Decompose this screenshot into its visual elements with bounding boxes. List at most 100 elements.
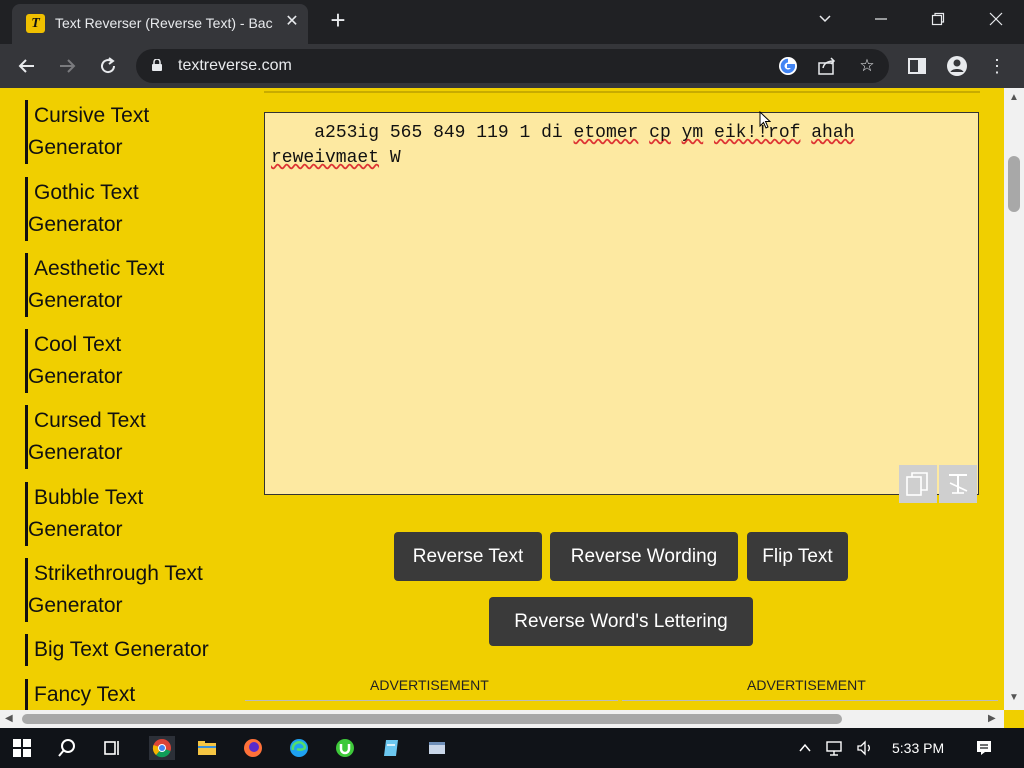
sidebar-item-label: Generator — [28, 289, 123, 312]
back-icon[interactable] — [13, 52, 41, 80]
firefox-icon[interactable] — [241, 736, 265, 760]
scroll-up-icon[interactable]: ▲ — [1009, 92, 1019, 103]
sidebar-item-label: Cursed Text — [34, 409, 146, 432]
sidebar-item-label: Aesthetic Text — [34, 257, 165, 280]
search-icon[interactable] — [55, 736, 79, 760]
scroll-down-icon[interactable]: ▼ — [1009, 692, 1019, 703]
menu-kebab-icon[interactable]: ⋮ — [985, 54, 1009, 78]
edge-icon[interactable] — [287, 736, 311, 760]
share-icon[interactable] — [817, 56, 837, 76]
vertical-scrollbar[interactable]: ▲ ▼ — [1004, 88, 1024, 710]
sidebar-item-strikethrough[interactable]: Strikethrough Text Generator — [25, 558, 249, 622]
sidebar-item-aesthetic[interactable]: Aesthetic Text Generator — [25, 253, 249, 317]
sidebar-item-label: Generator — [28, 213, 123, 236]
bookmark-star-icon[interactable]: ☆ — [857, 56, 877, 76]
advertisement-label: ADVERTISEMENT — [747, 677, 866, 693]
vertical-scroll-thumb[interactable] — [1008, 156, 1020, 212]
sidebar-item-label: Big Text Generator — [34, 638, 209, 661]
utorrent-icon[interactable] — [333, 736, 357, 760]
forward-icon[interactable] — [53, 52, 81, 80]
reload-icon[interactable] — [94, 52, 122, 80]
reverse-word-lettering-button[interactable]: Reverse Word's Lettering — [489, 597, 753, 646]
text-word: 1 — [519, 123, 531, 143]
notes-app-icon[interactable] — [379, 736, 403, 760]
side-panel-icon[interactable] — [905, 54, 929, 78]
sidebar-item-label: Generator — [28, 441, 123, 464]
chrome-taskbar-icon[interactable] — [149, 736, 175, 760]
address-bar[interactable]: textreverse.com ☆ — [136, 49, 889, 83]
close-window-icon[interactable] — [981, 6, 1011, 32]
sidebar-item-label: Strikethrough Text — [34, 562, 203, 585]
sidebar-item-cool[interactable]: Cool Text Generator — [25, 329, 249, 393]
volume-icon[interactable] — [853, 736, 877, 760]
tab-search-icon[interactable] — [810, 6, 840, 32]
ad-slot-right — [622, 700, 998, 701]
text-word: 565 — [389, 123, 423, 143]
horizontal-scroll-thumb[interactable] — [22, 714, 842, 724]
text-word: a253ig — [314, 123, 380, 143]
lock-icon — [152, 59, 162, 71]
misspelled-word: ahah — [811, 123, 855, 143]
reverse-wording-button[interactable]: Reverse Wording — [550, 532, 738, 581]
sidebar-item-cursive[interactable]: Cursive Text Generator — [25, 100, 249, 164]
reverse-text-button[interactable]: Reverse Text — [394, 532, 542, 581]
sidebar-item-label: Fancy Text — [34, 683, 136, 706]
sidebar-item-bubble[interactable]: Bubble Text Generator — [25, 482, 249, 546]
advertisement-label: ADVERTISEMENT — [370, 677, 489, 693]
sidebar-item-label: Cursive Text — [34, 104, 150, 127]
sidebar-item-label: Cool Text — [34, 333, 122, 356]
tab-title: Text Reverser (Reverse Text) - Bac — [55, 15, 273, 31]
text-word: 849 — [433, 123, 466, 143]
scroll-left-icon[interactable]: ◀ — [5, 713, 13, 724]
flip-text-button[interactable]: Flip Text — [747, 532, 848, 581]
sidebar-item-fancy[interactable]: Fancy Text — [25, 679, 249, 710]
misspelled-word: etomer — [573, 123, 639, 143]
clear-format-icon[interactable] — [939, 465, 977, 503]
sidebar-item-big-text[interactable]: Big Text Generator — [25, 634, 249, 666]
network-icon[interactable] — [822, 736, 846, 760]
text-word: di — [541, 123, 563, 143]
new-tab-icon[interactable]: + — [326, 7, 350, 33]
misspelled-word: reweivmaet — [271, 148, 380, 168]
mouse-cursor-icon — [759, 111, 771, 129]
profile-avatar-icon[interactable] — [945, 54, 969, 78]
windows-taskbar: 5:33 PM — [0, 728, 1024, 768]
misspelled-word: cp — [649, 123, 671, 143]
browser-toolbar: textreverse.com ☆ ⋮ — [0, 44, 1024, 88]
google-icon[interactable] — [778, 56, 798, 76]
text-word: 119 — [476, 123, 509, 143]
app-window-icon[interactable] — [425, 736, 449, 760]
sidebar-item-label: Gothic Text — [34, 181, 139, 204]
ad-slot-left — [245, 700, 618, 701]
taskbar-clock[interactable]: 5:33 PM — [892, 740, 944, 756]
url-text: textreverse.com — [178, 57, 292, 74]
divider — [264, 91, 980, 93]
show-hidden-icons-icon[interactable] — [793, 736, 817, 760]
misspelled-word: ym — [681, 123, 704, 143]
copy-icon[interactable] — [899, 465, 937, 503]
browser-tab[interactable]: T Text Reverser (Reverse Text) - Bac ✕ — [12, 4, 308, 44]
restore-icon[interactable] — [923, 6, 953, 32]
page-content: Cursive Text Generator Gothic Text Gener… — [0, 88, 1004, 710]
text-input-area[interactable]: a253ig 565 849 119 1 di etomer cp ym eik… — [264, 112, 979, 503]
sidebar-item-label: Generator — [28, 136, 123, 159]
sidebar-item-gothic[interactable]: Gothic Text Generator — [25, 177, 249, 241]
sidebar-item-label: Generator — [28, 365, 123, 388]
close-tab-icon[interactable]: ✕ — [284, 14, 300, 30]
windows-start-icon[interactable] — [10, 736, 34, 760]
task-view-icon[interactable] — [101, 736, 125, 760]
sidebar-item-label: Generator — [28, 594, 123, 617]
reversed-text[interactable]: a253ig 565 849 119 1 di etomer cp ym eik… — [271, 121, 971, 171]
horizontal-scrollbar[interactable]: ◀ ▶ — [0, 710, 1004, 728]
site-favicon-icon: T — [26, 14, 45, 33]
notifications-icon[interactable] — [972, 736, 996, 760]
file-explorer-icon[interactable] — [195, 736, 219, 760]
minimize-icon[interactable] — [866, 6, 896, 32]
text-word: W — [389, 148, 401, 168]
scroll-right-icon[interactable]: ▶ — [988, 713, 996, 724]
sidebar-item-label: Generator — [28, 518, 123, 541]
browser-tab-bar: T Text Reverser (Reverse Text) - Bac ✕ + — [0, 0, 1024, 44]
sidebar-item-cursed[interactable]: Cursed Text Generator — [25, 405, 249, 469]
misspelled-word: eik!!rof — [714, 123, 801, 143]
sidebar-item-label: Bubble Text — [34, 486, 144, 509]
